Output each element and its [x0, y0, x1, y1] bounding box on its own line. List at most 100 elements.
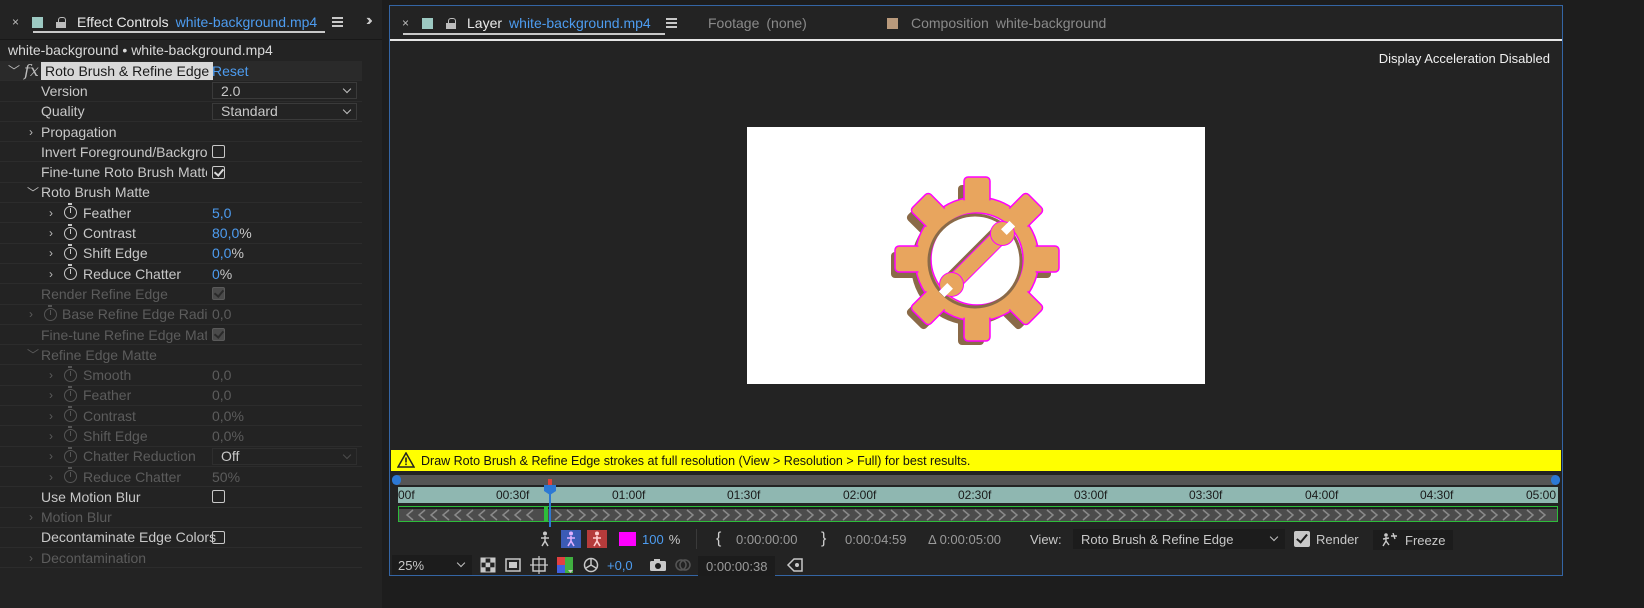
chevron-down-icon[interactable]: ﹀ [8, 62, 20, 79]
chevron-right-icon: › [29, 510, 33, 525]
view-dropdown[interactable]: Roto Brush & Refine Edge [1073, 529, 1285, 549]
time-ruler[interactable]: 00f 00:30f 01:00f 01:30f 02:00f 02:30f 0… [398, 487, 1558, 503]
value-number[interactable]: 0,0 [212, 245, 231, 261]
chevron-right-icon: › [49, 428, 53, 443]
panel-menu-icon[interactable] [332, 17, 344, 27]
rgb-channel-icon[interactable] [555, 556, 575, 574]
property-row-render-refine: Render Refine Edge [0, 284, 362, 305]
show-snapshot-icon[interactable] [673, 556, 693, 574]
current-time-display[interactable]: 0:00:00:38 [698, 556, 776, 576]
property-value[interactable]: 0,0% [212, 245, 244, 261]
exposure-reset-icon[interactable] [581, 556, 601, 574]
property-row-propagation[interactable]: › Propagation [0, 122, 362, 143]
ruler-tick: 04:00f [1305, 488, 1339, 502]
property-value[interactable]: 80,0% [212, 225, 252, 241]
quality-dropdown[interactable]: Standard [212, 102, 357, 120]
property-row-decontaminate: Decontaminate Edge Colors [0, 528, 362, 549]
tab-file-name[interactable]: white-background.mp4 [176, 14, 318, 30]
guides-icon[interactable] [529, 556, 549, 574]
fx-icon[interactable]: fx [24, 61, 39, 80]
region-of-interest-icon[interactable] [785, 556, 805, 574]
effect-header-row[interactable]: ﹀ fx Roto Brush & Refine Edge Reset [0, 61, 362, 82]
render-toggle[interactable]: Render [1294, 530, 1359, 548]
opacity-number[interactable]: 100 [642, 532, 664, 547]
transparency-grid-icon[interactable] [478, 556, 498, 574]
value-number[interactable]: 80,0 [212, 225, 239, 241]
lock-icon[interactable] [446, 17, 457, 29]
footage-tab[interactable]: Footage (none) [708, 11, 807, 35]
show-foreground-icon[interactable] [561, 530, 581, 548]
exposure-value[interactable]: +0,0 [607, 556, 633, 574]
finetune-roto-checkbox[interactable] [212, 165, 225, 179]
layer-frame[interactable] [747, 127, 1205, 384]
propagation-span-strip[interactable] [398, 506, 1558, 522]
property-value[interactable]: 0% [212, 266, 232, 282]
chevron-right-icon[interactable]: › [46, 226, 56, 240]
chevron-right-icon[interactable]: › [46, 246, 56, 260]
warning-text: Draw Roto Brush & Refine Edge strokes at… [421, 454, 971, 468]
show-background-icon[interactable] [587, 530, 607, 548]
roto-brush-figure-icon[interactable] [535, 530, 555, 548]
property-label: Shift Edge [83, 427, 148, 444]
stopwatch-icon[interactable] [64, 223, 77, 240]
chevron-down-icon[interactable]: ﹀ [27, 184, 39, 201]
use-motion-blur-checkbox[interactable] [212, 490, 225, 504]
stopwatch-icon [64, 385, 77, 402]
chevron-down-icon [342, 450, 352, 460]
property-row-shift-edge: › Shift Edge 0,0% [0, 243, 362, 264]
reset-button[interactable]: Reset [212, 63, 249, 79]
chevron-right-icon[interactable]: › [46, 267, 56, 281]
active-tab-underline [403, 33, 665, 35]
decontaminate-checkbox[interactable] [212, 530, 225, 544]
lock-icon[interactable] [56, 16, 67, 28]
panel-menu-icon[interactable] [665, 18, 677, 28]
opacity-value[interactable]: 100 % [642, 530, 680, 548]
tab-file-name[interactable]: white-background.mp4 [509, 15, 651, 31]
property-label: Feather [83, 204, 132, 221]
viewer-controls-row: 25% +0,0 0:00:00:38 [390, 553, 1562, 577]
work-area-bar[interactable] [392, 475, 1560, 485]
chevron-double-right-icon[interactable]: ›› [366, 12, 372, 30]
layer-tab[interactable]: × Layer white-background.mp4 [402, 11, 677, 35]
stopwatch-icon[interactable] [64, 203, 77, 220]
layer-viewer[interactable]: Display Acceleration Disabled [390, 39, 1562, 449]
current-time-indicator[interactable] [544, 479, 556, 527]
in-point-time[interactable]: 0:00:00:00 [736, 530, 797, 548]
render-label: Render [1316, 531, 1359, 547]
property-row-roto-matte[interactable]: ﹀ Roto Brush Matte [0, 183, 362, 204]
value-number[interactable]: 0 [212, 266, 220, 282]
camera-icon[interactable] [648, 556, 668, 574]
dropdown-value: Off [221, 448, 240, 465]
value-number: 0,0 [212, 407, 232, 424]
freeze-button[interactable]: Freeze [1373, 530, 1454, 550]
layer-timeline[interactable]: 00f 00:30f 01:00f 01:30f 02:00f 02:30f 0… [392, 473, 1560, 527]
value-number[interactable]: 5,0 [212, 205, 231, 221]
out-point-time[interactable]: 0:00:04:59 [845, 530, 906, 548]
stopwatch-icon[interactable] [64, 264, 77, 281]
property-label: Smooth [83, 367, 132, 384]
stopwatch-icon[interactable] [64, 243, 77, 260]
mask-toggle-icon[interactable] [503, 556, 523, 574]
effect-name[interactable]: Roto Brush & Refine Edge [41, 62, 214, 80]
magenta-swatch[interactable] [619, 532, 636, 546]
property-label: Chatter Reduction [83, 448, 196, 465]
close-icon[interactable]: × [402, 16, 409, 30]
view-dropdown-value: Roto Brush & Refine Edge [1081, 531, 1234, 547]
in-point-icon[interactable]: { [716, 530, 721, 548]
render-checkbox[interactable] [1294, 531, 1310, 547]
zoom-dropdown[interactable]: 25% [392, 555, 472, 575]
chevron-right-icon[interactable]: › [26, 125, 36, 139]
version-dropdown[interactable]: 2.0 [212, 82, 357, 100]
property-label: Reduce Chatter [83, 468, 182, 485]
property-label: Propagation [41, 123, 117, 140]
property-label: Decontamination [41, 549, 147, 566]
property-row-contrast-refine: › Contrast 0,0% [0, 406, 362, 427]
chevron-down-icon [456, 558, 466, 568]
chevron-right-icon[interactable]: › [46, 206, 56, 220]
property-value[interactable]: 5,0 [212, 205, 231, 221]
out-point-icon[interactable]: } [821, 530, 826, 548]
composition-tab[interactable]: Composition white-background [887, 11, 1106, 35]
matte-color-swatch[interactable] [619, 530, 636, 548]
invert-checkbox[interactable] [212, 145, 225, 159]
close-icon[interactable]: × [12, 15, 19, 29]
